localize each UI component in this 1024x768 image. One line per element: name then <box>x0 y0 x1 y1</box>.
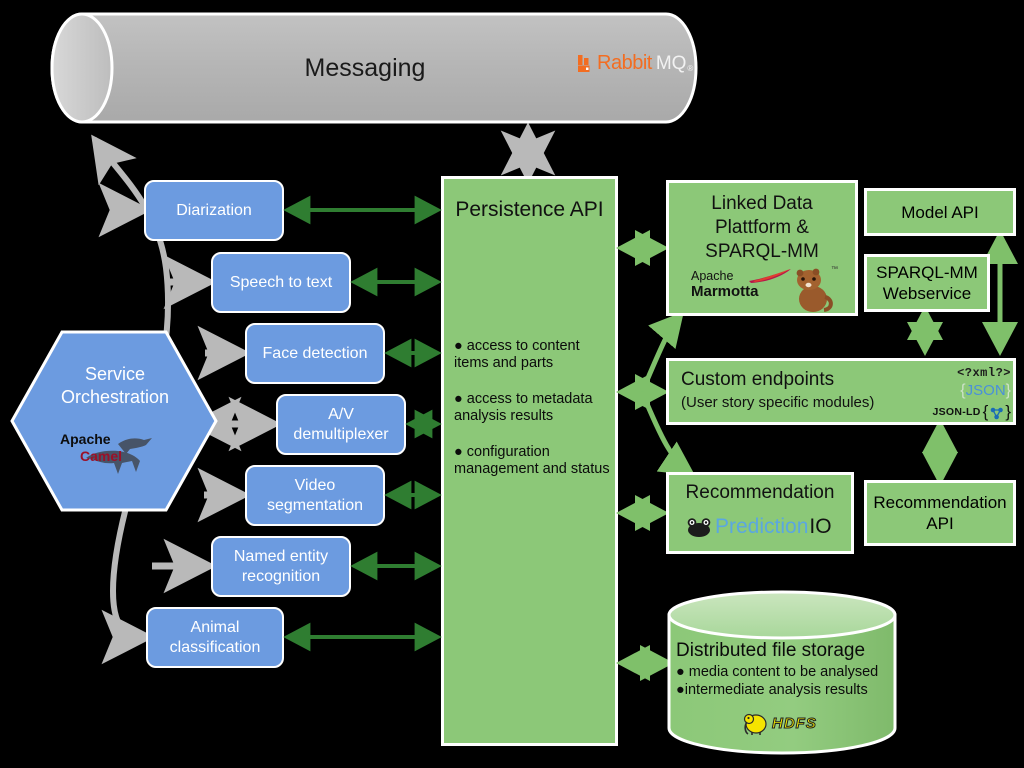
architecture-diagram: Messaging Rabbit MQ ® Service Orchestrat… <box>0 0 1024 768</box>
linked-data-platform-box[interactable]: Linked Data Plattform & SPARQL-MM Apache… <box>666 180 858 316</box>
apache-marmotta-logo: Apache Marmotta ™ <box>691 266 841 313</box>
recommendation-api-label: Recommendation API <box>873 493 1007 533</box>
predictionio-frog-glyph <box>687 518 711 537</box>
predictionio-logo: Prediction IO <box>687 515 832 539</box>
sparql-mm-webservice-box[interactable]: SPARQL-MM Webservice <box>864 254 990 312</box>
xml-format-icon: <?xml?> <box>957 366 1011 380</box>
predictionio-word-prediction: Prediction <box>715 515 809 538</box>
marmotta-animal-glyph <box>796 268 833 312</box>
marmotta-word-marmotta: Marmotta <box>691 283 759 300</box>
linked-data-title: Linked Data Plattform & SPARQL-MM <box>705 193 819 262</box>
hdfs-logo: HDFS <box>742 710 817 736</box>
storage-bullet-1: ● media content to be analysed <box>676 664 879 680</box>
custom-endpoints-format-icons: <?xml?> {JSON} JSON-LD { } <box>911 366 1011 422</box>
hdfs-label: HDFS <box>772 714 817 732</box>
storage-title: Distributed file storage <box>676 640 866 661</box>
recommendation-title: Recommendation <box>685 482 835 503</box>
custom-endpoints-box[interactable]: Custom endpoints (User story specific mo… <box>666 358 1016 425</box>
custom-endpoints-subtitle: (User story specific modules) <box>681 394 875 411</box>
predictionio-word-io: IO <box>809 515 832 538</box>
json-ld-format-icon: JSON-LD { } <box>932 402 1011 421</box>
sparql-mm-webservice-label: SPARQL-MM Webservice <box>876 263 978 303</box>
marmotta-trademark: ™ <box>831 266 838 273</box>
hdfs-elephant-glyph <box>743 713 767 735</box>
storage-bullet-2: ●intermediate analysis results <box>676 682 868 698</box>
recommendation-api-box[interactable]: Recommendation API <box>864 480 1016 546</box>
json-format-icon: {JSON} <box>960 382 1011 399</box>
recommendation-box[interactable]: Recommendation Prediction IO <box>666 472 854 554</box>
marmotta-feather-glyph <box>749 269 791 283</box>
storage-bullets: ● media content to be analysed ●intermed… <box>676 663 891 699</box>
marmotta-word-apache: Apache <box>691 269 734 283</box>
model-api-box[interactable]: Model API <box>864 188 1016 236</box>
json-ld-graph-glyph <box>991 407 1004 419</box>
custom-endpoints-title: Custom endpoints <box>681 369 835 390</box>
model-api-label: Model API <box>901 202 979 222</box>
